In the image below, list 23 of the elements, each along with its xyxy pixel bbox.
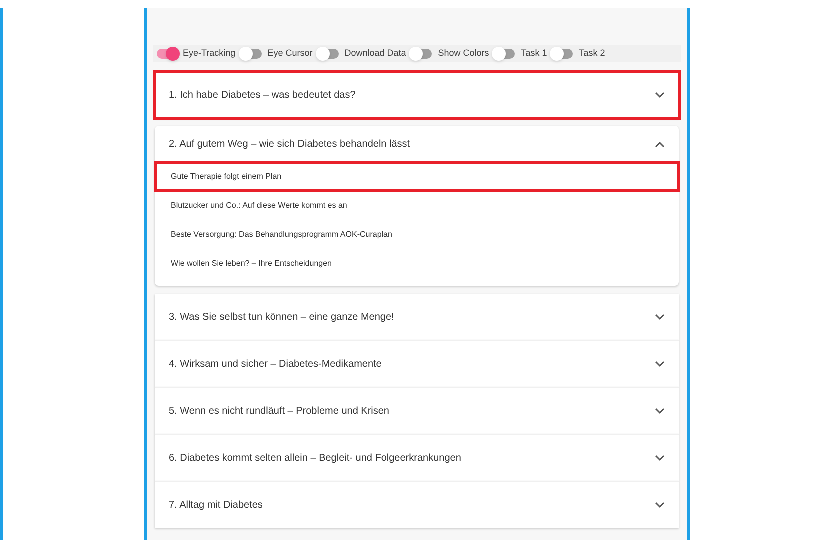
accordion-header[interactable]: 6. Diabetes kommt selten allein – Begleit- und Folgeerkrankungen	[155, 435, 679, 481]
accordion-header[interactable]: 2. Auf gutem Weg – wie sich Diabetes behandeln lässt	[155, 126, 679, 162]
toggle-label: Show Colors	[438, 46, 490, 60]
toggle-switch[interactable]	[318, 48, 339, 58]
subsection-link[interactable]: Beste Versorgung: Das Behandlungsprogramm AOK-Curaplan	[155, 220, 679, 249]
subsection-link[interactable]: Wie wollen Sie leben? – Ihre Entscheidungen	[155, 249, 679, 278]
toggle-label: Download Data	[344, 46, 406, 60]
accordion-header[interactable]: 1. Ich habe Diabetes – was bedeutet das?	[155, 72, 679, 118]
accordion-header[interactable]: 4. Wirksam und sicher – Diabetes-Medikamente	[155, 341, 679, 387]
accordion-header[interactable]: 5. Wenn es nicht rundläuft – Probleme und Krisen	[155, 388, 679, 434]
toggle-switch[interactable]	[242, 48, 262, 58]
toggle-switch[interactable]	[553, 48, 574, 58]
toggle-label: Eye-Tracking	[183, 46, 236, 60]
subsection-link[interactable]: Gute Therapie folgt einem Plan	[155, 162, 679, 191]
toggle-switch[interactable]	[495, 48, 516, 58]
toggle-switch[interactable]	[412, 48, 432, 58]
accordion-header[interactable]: 3. Was Sie selbst tun können – eine ganze Menge!	[155, 294, 679, 340]
subsection-link[interactable]: Blutzucker und Co.: Auf diese Werte kommt es an	[155, 191, 679, 220]
accordion-header[interactable]: 7. Alltag mit Diabetes	[155, 482, 679, 528]
toggle-switch[interactable]	[157, 48, 177, 58]
toggle-label: Task 2	[579, 46, 606, 60]
toggle-label: Task 1	[521, 46, 548, 60]
toggle-label: Eye Cursor	[268, 46, 313, 60]
